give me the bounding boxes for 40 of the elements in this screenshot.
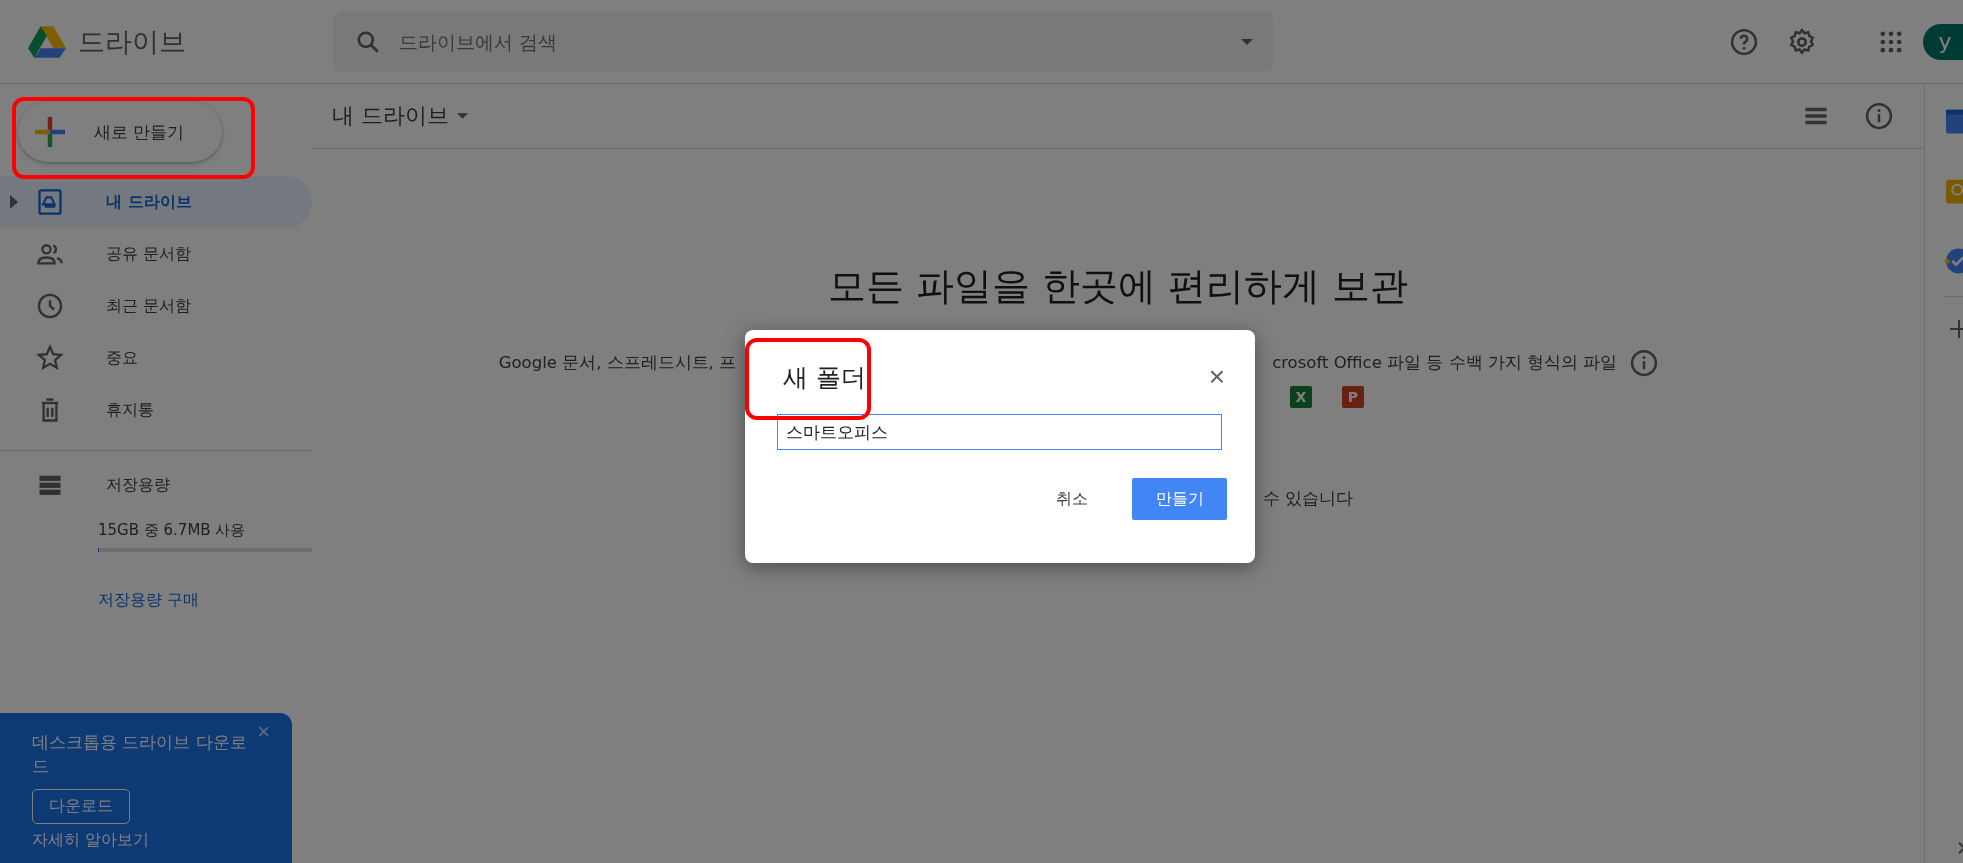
caret-icon [457,113,468,119]
avatar[interactable]: y [1923,23,1963,60]
storage-usage: 15GB 중 6.7MB 사용 [98,521,247,540]
nav-item[interactable]: 최근 문서함 [0,280,312,332]
clock-icon [36,292,64,320]
search-input[interactable]: 드라이브에서 검색 [397,29,1225,54]
my-drive-dropdown[interactable]: 내 드라이브 [324,97,476,135]
drive-icon [36,188,64,216]
create-button[interactable]: 만들기 [1132,478,1227,520]
description-text: Google 문서, 스프레드시트, 프 [498,352,737,374]
nav-item[interactable]: 휴지통 [0,384,312,436]
app-name: 드라이브 [78,24,186,59]
cancel-button[interactable]: 취소 [1044,478,1100,520]
download-button[interactable]: 다운로드 [32,788,130,824]
help-icon[interactable] [1729,26,1759,57]
empty-heading: 모든 파일을 한곳에 편리하게 보관 [827,263,1409,310]
caret-icon[interactable] [1241,38,1253,45]
nav-item[interactable]: 중요 [0,332,312,384]
info-icon[interactable] [1629,348,1660,378]
info-icon[interactable] [1864,101,1894,131]
file-type-icon: X [1290,386,1312,408]
new-button[interactable]: 새로 만들기 [18,102,222,162]
file-type-icon: P [1342,386,1364,408]
star-icon [36,344,64,372]
dialog-title: 새 폴더 [783,361,866,394]
expand-arrow-icon[interactable] [10,195,18,209]
storage-label: 저장용량 [106,474,170,496]
settings-icon[interactable] [1787,26,1817,57]
description-text: 수 있습니다 [1262,489,1354,508]
promo-text: 데스크톱용 드라이브 다운로드 [32,731,248,778]
plus-icon [32,114,68,150]
learn-more-link[interactable]: 자세히 알아보기 [32,829,150,851]
folder-name-field[interactable]: 스마트오피스 [777,414,1222,450]
description-text: crosoft Office 파일 등 수백 가지 형식의 파일 [1272,352,1618,374]
close-button[interactable]: × [1202,361,1231,393]
search-field[interactable]: 드라이브에서 검색 [333,11,1273,72]
nav-item[interactable]: 공유 문서함 [0,228,312,280]
close-button[interactable]: × [253,719,274,745]
nav-item[interactable]: 내 드라이브 [0,176,312,228]
buy-storage-link[interactable]: 저장용량 구매 [98,590,312,611]
